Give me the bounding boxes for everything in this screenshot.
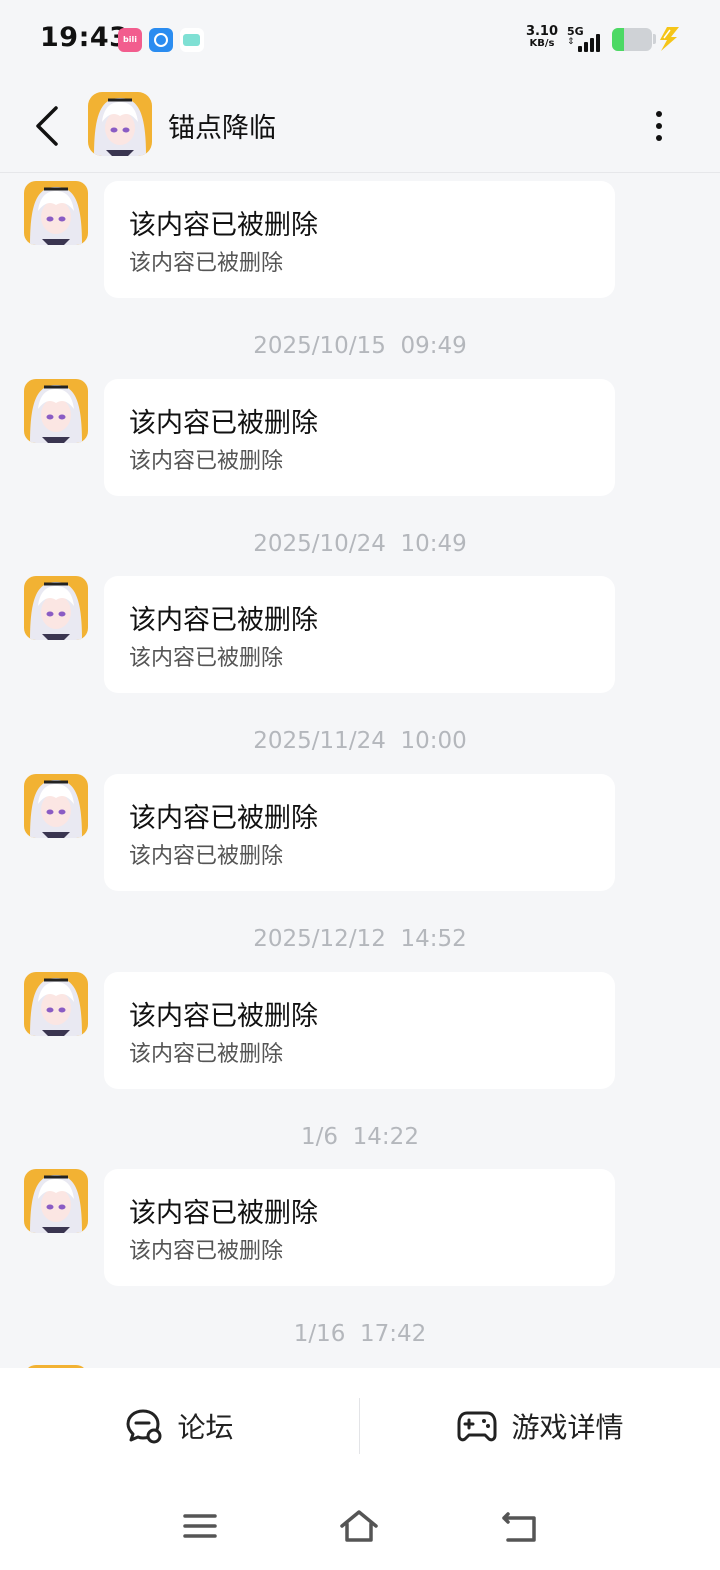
message-bubble[interactable]: 该内容已被删除 该内容已被删除 — [104, 181, 615, 298]
message-list[interactable]: 该内容已被删除 该内容已被删除 2025/10/15 09:49 该内容已被删除… — [0, 173, 720, 1368]
message-bubble[interactable]: 该内容已被删除 该内容已被删除 — [104, 972, 615, 1089]
avatar[interactable] — [24, 379, 88, 443]
network-speed-value: 3.10 — [525, 24, 559, 39]
system-nav-bar — [0, 1486, 720, 1570]
timestamp: 2025/10/24 10:49 — [0, 531, 720, 557]
battery-icon — [612, 28, 652, 51]
menu-icon[interactable] — [180, 1506, 220, 1546]
timestamp: 2025/10/15 09:49 — [0, 333, 720, 359]
timestamp: 1/6 14:22 — [0, 1124, 720, 1150]
avatar[interactable] — [24, 576, 88, 640]
status-time: 19:43 — [40, 22, 129, 53]
message-bubble[interactable]: 该内容已被删除 该内容已被删除 — [104, 1169, 615, 1286]
forum-chat-icon — [126, 1409, 162, 1444]
network-speed-unit: KB/s — [529, 38, 555, 49]
timestamp-text: 2025/11/24 10:00 — [253, 728, 467, 754]
avatar[interactable] — [88, 92, 152, 156]
message-title: 该内容已被删除 — [129, 210, 318, 241]
character-avatar-icon — [24, 379, 88, 443]
back-button[interactable] — [26, 98, 70, 154]
message-title: 该内容已被删除 — [129, 1001, 318, 1032]
tab-forum-label: 论坛 — [177, 1411, 234, 1444]
chevron-left-icon — [36, 106, 58, 146]
page-title: 锚点降临 — [168, 113, 276, 144]
message-title: 该内容已被删除 — [129, 1198, 318, 1229]
message-subtitle: 该内容已被删除 — [129, 1042, 284, 1067]
message-title: 该内容已被删除 — [129, 605, 318, 636]
signal-icon — [578, 32, 606, 52]
chat-header: 锚点降临 — [0, 80, 720, 173]
message-bubble[interactable]: 该内容已被删除 该内容已被删除 — [104, 379, 615, 496]
message-subtitle: 该内容已被删除 — [129, 844, 284, 869]
bottom-tab-bar: 论坛 游戏详情 — [0, 1368, 720, 1486]
character-avatar-icon — [24, 774, 88, 838]
timestamp-text: 1/16 17:42 — [293, 1321, 427, 1347]
tab-game-details-label: 游戏详情 — [511, 1411, 624, 1444]
tab-forum[interactable]: 论坛 — [0, 1394, 359, 1458]
avatar[interactable] — [24, 181, 88, 245]
character-avatar-icon — [24, 1169, 88, 1233]
tab-game-details[interactable]: 游戏详情 — [361, 1394, 720, 1458]
timestamp-text: 1/6 14:22 — [301, 1124, 419, 1150]
charging-bolt-icon — [660, 27, 679, 51]
browser-icon — [149, 28, 173, 52]
message-subtitle: 该内容已被删除 — [129, 449, 284, 474]
message-title: 该内容已被删除 — [129, 803, 318, 834]
data-arrows-icon: ⇕ — [567, 37, 575, 47]
more-button[interactable] — [640, 104, 678, 148]
message-title: 该内容已被删除 — [129, 408, 318, 439]
character-avatar-icon — [24, 181, 88, 245]
home-icon[interactable] — [339, 1506, 379, 1546]
tab-divider — [359, 1398, 360, 1454]
timestamp-text: 2025/12/12 14:52 — [253, 926, 467, 952]
network-speed: 3.10 KB/s — [524, 24, 560, 50]
timestamp: 2025/12/12 14:52 — [0, 926, 720, 952]
timestamp-text: 2025/10/15 09:49 — [253, 333, 467, 359]
avatar[interactable] — [24, 774, 88, 838]
bilibili-icon: bili — [118, 28, 142, 52]
message-icon — [180, 28, 204, 52]
avatar[interactable] — [24, 972, 88, 1036]
back-icon[interactable] — [500, 1506, 540, 1546]
timestamp: 1/16 17:42 — [0, 1321, 720, 1347]
message-bubble[interactable]: 该内容已被删除 该内容已被删除 — [104, 774, 615, 891]
message-subtitle: 该内容已被删除 — [129, 1239, 284, 1264]
gamepad-icon — [457, 1411, 497, 1442]
message-subtitle: 该内容已被删除 — [129, 646, 284, 671]
battery-level — [612, 28, 624, 51]
status-bar: 19:43 bili 3.10 KB/s 5G ⇕ — [0, 0, 720, 80]
battery-tip — [653, 34, 656, 44]
character-avatar-icon — [24, 972, 88, 1036]
character-avatar-icon — [24, 576, 88, 640]
avatar[interactable] — [24, 1169, 88, 1233]
message-bubble[interactable]: 该内容已被删除 该内容已被删除 — [104, 576, 615, 693]
character-avatar-icon — [88, 92, 152, 156]
message-subtitle: 该内容已被删除 — [129, 251, 284, 276]
timestamp-text: 2025/10/24 10:49 — [253, 531, 467, 557]
more-vertical-icon — [656, 111, 662, 141]
timestamp: 2025/11/24 10:00 — [0, 728, 720, 754]
